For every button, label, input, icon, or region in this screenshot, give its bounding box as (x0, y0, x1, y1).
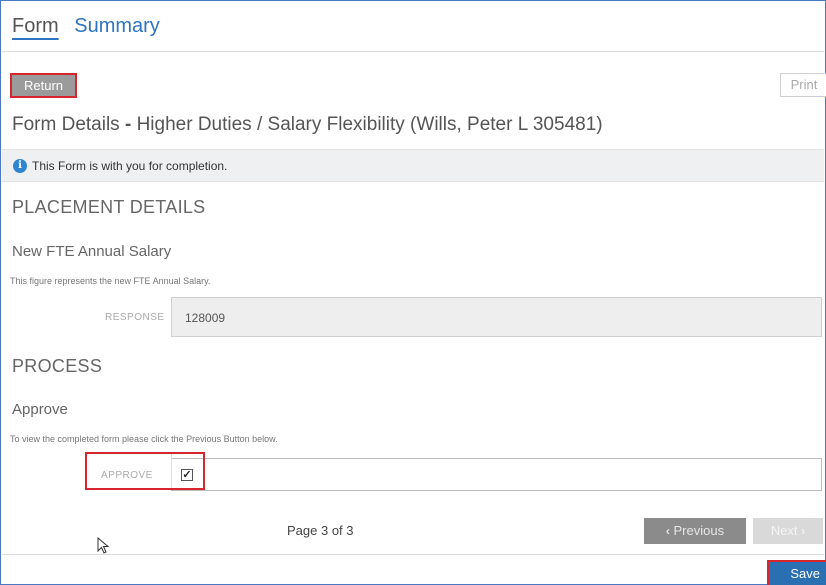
footer-divider (2, 554, 824, 555)
previous-button[interactable]: ‹ Previous (644, 518, 746, 544)
next-button[interactable]: Next › (753, 518, 823, 544)
approve-highlight-box (85, 452, 205, 490)
page-title: Form Details - Higher Duties / Salary Fl… (12, 114, 603, 136)
salary-response-field[interactable]: 128009 (171, 297, 822, 337)
tab-bar: Form Summary (12, 15, 160, 38)
salary-question-title: New FTE Annual Salary (12, 243, 172, 260)
salary-question-description: This figure represents the new FTE Annua… (10, 276, 211, 286)
info-text: This Form is with you for completion. (32, 159, 228, 173)
salary-response-value: 128009 (185, 311, 226, 325)
previous-button-label: Previous (673, 523, 725, 538)
placement-details-heading: PLACEMENT DETAILS (12, 197, 206, 217)
next-button-label: Next (770, 523, 798, 538)
tab-summary[interactable]: Summary (74, 15, 160, 37)
process-heading: PROCESS (12, 356, 103, 376)
approve-question-description: To view the completed form please click … (10, 434, 278, 444)
print-button[interactable]: Print (780, 73, 826, 97)
chevron-left-icon: ‹ (665, 524, 670, 538)
page-indicator: Page 3 of 3 (287, 523, 354, 538)
form-title-name: Higher Duties / Salary Flexibility (Will… (136, 114, 603, 135)
return-button[interactable]: Return (10, 73, 77, 98)
info-banner: i This Form is with you for completion. (2, 149, 824, 182)
chevron-right-icon: › (801, 524, 806, 538)
save-button[interactable]: Save (767, 560, 826, 585)
tab-form[interactable]: Form (12, 15, 59, 37)
form-title-separator: - (124, 114, 132, 135)
tabs-divider (2, 51, 824, 52)
mouse-pointer-icon (97, 537, 110, 554)
form-window: Form Summary Return Print Form Details -… (0, 0, 826, 585)
approve-field (171, 458, 822, 491)
response-label: RESPONSE (105, 312, 165, 323)
info-icon: i (13, 159, 27, 173)
form-title-prefix: Form Details (12, 114, 120, 135)
approve-question-title: Approve (12, 401, 68, 418)
